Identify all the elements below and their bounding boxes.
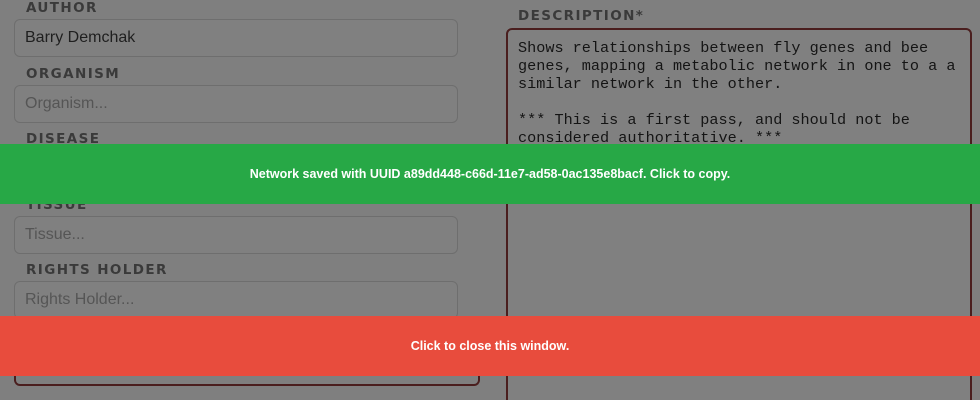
rights-holder-input[interactable]: [14, 281, 458, 319]
close-window-message: Click to close this window.: [410, 339, 570, 353]
rights-holder-label: RIGHTS HOLDER: [26, 262, 168, 278]
network-saved-banner[interactable]: Network saved with UUID a89dd448-c66d-11…: [0, 144, 980, 204]
author-label: AUTHOR: [26, 0, 98, 16]
network-saved-message: Network saved with UUID a89dd448-c66d-11…: [249, 167, 731, 181]
organism-input[interactable]: [14, 85, 458, 123]
network-save-dialog: AUTHOR ORGANISM DISEASE TISSUE RIGHTS HO…: [0, 0, 980, 400]
close-window-banner[interactable]: Click to close this window.: [0, 316, 980, 376]
tissue-input[interactable]: [14, 216, 458, 254]
organism-label: ORGANISM: [26, 66, 121, 82]
description-label: DESCRIPTION*: [518, 8, 645, 24]
author-input[interactable]: [14, 19, 458, 57]
